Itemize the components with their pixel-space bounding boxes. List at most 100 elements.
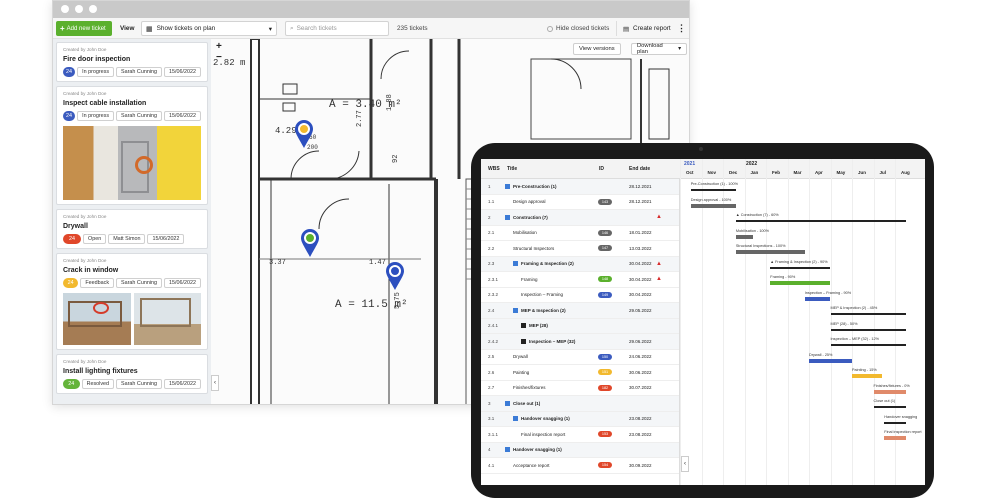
gantt-row[interactable]: 2.4.2 Inspection – MEP (32) 29.06.2022 [481, 334, 679, 350]
gantt-task-list: 1 Pre-Construction (1) 28.12.2021 1.1 Design… [481, 179, 679, 474]
gantt-row[interactable]: 1.1 Design approval 143 28.12.2021 [481, 195, 679, 210]
gantt-bar-label: ▲ Construction (7) - 60% [735, 213, 779, 217]
gantt-bar[interactable] [873, 389, 906, 394]
task-id-badge: 151 [598, 369, 612, 376]
gantt-row[interactable]: 2.1 Mobilisation 146 18.01.2022 [481, 226, 679, 241]
ticket-photo[interactable] [63, 126, 201, 200]
warning-icon: ▲ [656, 214, 662, 221]
gantt-bar[interactable] [735, 250, 805, 254]
gantt-bar[interactable] [770, 266, 831, 269]
gantt-row[interactable]: 2.3.1 Framing 148 30.04.2022 ▲ [481, 272, 679, 288]
month-gridline [809, 159, 810, 485]
year-label: 2022 [746, 161, 758, 167]
ticket-card[interactable]: Created by John Doe Fire door inspection… [56, 42, 208, 82]
month-label: Feb [772, 170, 781, 175]
task-end-date: 30.04.2022 [629, 276, 652, 282]
gantt-row[interactable]: 1 Pre-Construction (1) 28.12.2021 [481, 179, 679, 195]
ticket-creator: Created by John Doe [63, 214, 107, 219]
expand-group-icon[interactable] [521, 323, 526, 329]
gantt-row[interactable]: 2.7 Finishes/fixtures 182 30.07.2022 [481, 381, 679, 396]
gantt-row[interactable]: 2 Construction (7) ▲ [481, 210, 679, 226]
download-plan-button[interactable]: Download plan ▾ [631, 43, 687, 55]
wbs-code: 2.3.2 [488, 292, 499, 298]
month-gridline [873, 159, 875, 485]
gantt-bar[interactable] [690, 203, 736, 208]
gantt-row[interactable]: 3.1 Handover snagging (1) 23.08.2022 [481, 411, 679, 427]
ticket-count: 235 tickets [397, 25, 428, 32]
view-select[interactable]: ▦ Show tickets on plan ▾ [141, 21, 277, 36]
gantt-row[interactable]: 2.2 Structural Inspectors 147 13.03.2022 [481, 241, 679, 257]
gantt-bar[interactable] [735, 234, 754, 239]
tablet-device: WBS Title ID End date 2021 2022 1 Pre-Con… [471, 143, 934, 498]
ticket-pin-icon[interactable] [294, 119, 314, 149]
search-input[interactable]: ⌕ Search tickets [285, 21, 389, 36]
ticket-assignee: Matt Simon [108, 234, 146, 244]
ticket-creator: Created by John Doe [63, 47, 107, 52]
gantt-bar[interactable] [830, 313, 906, 315]
create-report-button[interactable]: ▤ Create report [616, 21, 671, 36]
gantt-bar[interactable] [830, 344, 906, 346]
gantt-row[interactable]: 4 Handover snagging (1) [481, 442, 679, 458]
ticket-pin-icon[interactable] [385, 261, 405, 291]
task-label: Drywall [513, 354, 528, 360]
more-options-icon[interactable]: ⋮ [677, 21, 686, 36]
gantt-bar[interactable] [809, 358, 852, 363]
gantt-bar-label: ▲ Framing & Inspection (2) - 90% [770, 259, 828, 264]
task-end-date: 30.06.2022 [629, 369, 652, 375]
gantt-bar-label: Painting - 15% [852, 368, 877, 372]
task-label: MEP & Inspection (2) [521, 307, 566, 313]
expand-group-icon[interactable] [513, 416, 518, 422]
expand-group-icon[interactable] [521, 338, 526, 344]
expand-group-icon[interactable] [505, 400, 510, 406]
collapse-panel-icon[interactable]: ‹ [211, 375, 219, 391]
window-dot-icon[interactable] [61, 5, 69, 13]
gantt-row[interactable]: 3.1.1 Final inspection report 153 23.08.202… [481, 427, 679, 443]
gantt-bar[interactable] [690, 189, 736, 191]
ticket-card[interactable]: Created by John Doe Crack in window 24 F… [56, 253, 208, 350]
task-name: Structural Inspectors [513, 246, 554, 251]
gantt-bar[interactable] [830, 328, 906, 331]
hide-closed-toggle[interactable]: Hide closed tickets [547, 21, 609, 36]
gantt-bar[interactable] [735, 220, 906, 222]
gantt-row[interactable]: 2.4 MEP & Inspection (2) 29.05.2022 [481, 303, 679, 319]
ticket-assignee: Sarah Cunning [116, 111, 163, 121]
task-name: MEP (28) [521, 323, 548, 329]
window-dot-icon[interactable] [89, 5, 97, 13]
add-ticket-button[interactable]: + Add new ticket [56, 21, 112, 36]
collapse-panel-icon[interactable]: ‹ [681, 456, 689, 472]
gantt-bar[interactable] [804, 296, 831, 301]
gantt-row[interactable]: 2.3.2 Inspection – Framing 149 30.04.2022 [481, 288, 679, 303]
gantt-bar[interactable] [873, 406, 906, 408]
gantt-row[interactable]: 2.5 Drywall 150 24.06.2022 [481, 350, 679, 365]
ticket-card[interactable]: Created by John Doe Drywall 24 Open Matt… [56, 209, 208, 249]
ticket-assignee: Sarah Cunning [116, 278, 163, 288]
task-id-badge: 154 [598, 462, 612, 469]
view-versions-button[interactable]: View versions [573, 43, 621, 55]
ticket-photos[interactable] [63, 293, 201, 345]
gantt-bar[interactable] [884, 436, 906, 440]
expand-group-icon[interactable] [505, 214, 510, 220]
gantt-row[interactable]: 2.6 Painting 151 30.06.2022 [481, 365, 679, 381]
gantt-row[interactable]: 4.1 Acceptance report 154 30.09.2022 [481, 458, 679, 474]
gantt-bar[interactable] [852, 374, 883, 378]
window-dot-icon[interactable] [75, 5, 83, 13]
ticket-card[interactable]: Created by John Doe Inspect cable instal… [56, 86, 208, 205]
task-name: Framing & Inspection (2) [513, 261, 574, 267]
ticket-status: In progress [77, 111, 115, 121]
expand-group-icon[interactable] [505, 183, 510, 189]
task-label: Acceptance report [513, 462, 550, 468]
expand-group-icon[interactable] [513, 307, 518, 313]
task-label: Inspection – MEP (32) [529, 338, 576, 344]
gantt-bar[interactable] [884, 421, 906, 424]
gantt-row[interactable]: 2.4.1 MEP (28) [481, 318, 679, 334]
zoom-in-icon[interactable]: + [216, 42, 222, 52]
expand-group-icon[interactable] [505, 447, 510, 453]
zoom-out-icon[interactable]: − [216, 53, 222, 63]
ticket-card[interactable]: Created by John Doe Install lighting fix… [56, 354, 208, 394]
ticket-pin-icon[interactable] [300, 228, 320, 258]
warning-icon: ▲ [656, 260, 662, 267]
gantt-row[interactable]: 2.3 Framing & Inspection (2) 30.04.2022 ▲ [481, 256, 679, 272]
gantt-row[interactable]: 3 Close out (1) [481, 396, 679, 412]
expand-group-icon[interactable] [513, 261, 518, 267]
gantt-bar[interactable] [770, 281, 831, 285]
